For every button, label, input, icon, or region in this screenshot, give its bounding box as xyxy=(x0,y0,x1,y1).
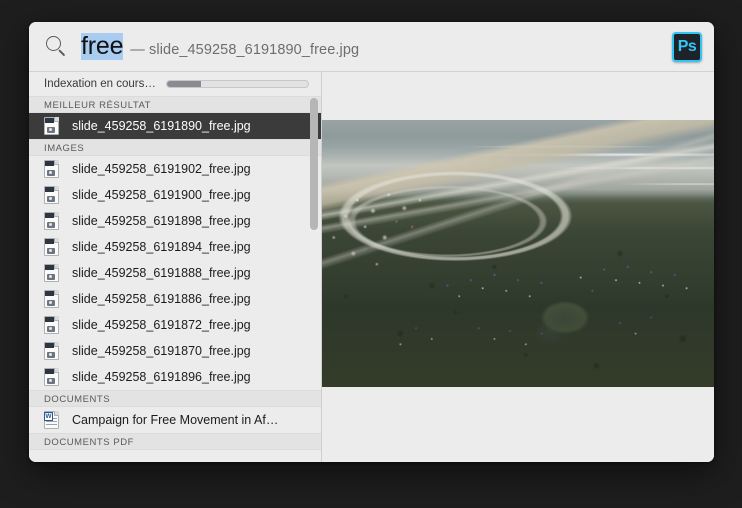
preview-image xyxy=(322,120,714,387)
result-row-label: slide_459258_6191872_free.jpg xyxy=(72,318,251,332)
indexing-status-label: Indexation en cours… xyxy=(44,78,156,90)
photoshop-icon-label: Ps xyxy=(677,37,697,55)
section-header: IMAGES xyxy=(29,139,321,156)
section-header: MEILLEUR RÉSULTAT xyxy=(29,96,321,113)
jpeg-file-icon xyxy=(44,290,59,308)
preview-panel xyxy=(322,72,714,462)
section-header: DOCUMENTS xyxy=(29,390,321,407)
result-row[interactable]: slide_459258_6191872_free.jpg xyxy=(29,312,321,338)
result-row-label: slide_459258_6191894_free.jpg xyxy=(72,240,251,254)
results-list-panel: Indexation en cours… MEILLEUR RÉSULTAT sl… xyxy=(29,72,322,462)
result-row[interactable]: slide_459258_6191900_free.jpg xyxy=(29,182,321,208)
result-row-label: slide_459258_6191890_free.jpg xyxy=(72,119,251,133)
jpeg-file-icon xyxy=(44,117,59,135)
jpeg-file-icon xyxy=(44,342,59,360)
search-bar[interactable]: free — slide_459258_6191890_free.jpg Ps xyxy=(29,22,714,72)
result-row-label: slide_459258_6191888_free.jpg xyxy=(72,266,251,280)
section-header: DOCUMENTS PDF xyxy=(29,433,321,450)
spotlight-window: free — slide_459258_6191890_free.jpg Ps … xyxy=(29,22,714,462)
window-body: Indexation en cours… MEILLEUR RÉSULTAT sl… xyxy=(29,72,714,462)
search-completion-text: — slide_459258_6191890_free.jpg xyxy=(130,42,359,58)
results-scrollbar-thumb[interactable] xyxy=(310,98,318,230)
search-completion-filename: slide_459258_6191890_free.jpg xyxy=(149,41,360,58)
photoshop-icon[interactable]: Ps xyxy=(672,31,702,62)
result-row[interactable]: W Campaign for Free Movement in Af… xyxy=(29,407,321,433)
result-row-label: slide_459258_6191886_free.jpg xyxy=(72,292,251,306)
result-row[interactable]: slide_459258_6191888_free.jpg xyxy=(29,260,321,286)
search-separator: — xyxy=(130,41,145,58)
indexing-progress-fill xyxy=(166,81,201,87)
result-row-label: slide_459258_6191902_free.jpg xyxy=(72,162,251,176)
jpeg-file-icon xyxy=(44,186,59,204)
results-scroll-area[interactable]: MEILLEUR RÉSULTAT slide_459258_6191890_fr… xyxy=(29,96,321,462)
result-row-label: slide_459258_6191896_free.jpg xyxy=(72,370,251,384)
result-row-label: slide_459258_6191900_free.jpg xyxy=(72,188,251,202)
result-row[interactable]: slide_459258_6191870_free.jpg xyxy=(29,338,321,364)
result-row-label: slide_459258_6191870_free.jpg xyxy=(72,344,251,358)
jpeg-file-icon xyxy=(44,368,59,386)
jpeg-file-icon xyxy=(44,264,59,282)
preview-shading-layer xyxy=(322,120,714,387)
result-row-label: slide_459258_6191898_free.jpg xyxy=(72,214,251,228)
word-file-icon: W xyxy=(44,411,59,429)
result-row-label: Campaign for Free Movement in Af… xyxy=(72,413,279,427)
result-row[interactable]: slide_459258_6191886_free.jpg xyxy=(29,286,321,312)
result-row[interactable]: slide_459258_6191894_free.jpg xyxy=(29,234,321,260)
jpeg-file-icon xyxy=(44,212,59,230)
search-icon xyxy=(46,36,67,57)
indexing-progress-bar xyxy=(165,80,309,88)
results-scrollbar[interactable] xyxy=(310,98,318,462)
result-row[interactable]: slide_459258_6191896_free.jpg xyxy=(29,364,321,390)
search-query-text: free xyxy=(81,32,124,61)
result-row[interactable]: slide_459258_6191898_free.jpg xyxy=(29,208,321,234)
result-row-selected[interactable]: slide_459258_6191890_free.jpg xyxy=(29,113,321,139)
result-row[interactable]: slide_459258_6191902_free.jpg xyxy=(29,156,321,182)
desktop-background: free — slide_459258_6191890_free.jpg Ps … xyxy=(0,0,742,508)
jpeg-file-icon xyxy=(44,316,59,334)
indexing-status-row: Indexation en cours… xyxy=(29,72,321,96)
jpeg-file-icon xyxy=(44,238,59,256)
search-input[interactable]: free — slide_459258_6191890_free.jpg xyxy=(81,32,672,61)
jpeg-file-icon xyxy=(44,160,59,178)
